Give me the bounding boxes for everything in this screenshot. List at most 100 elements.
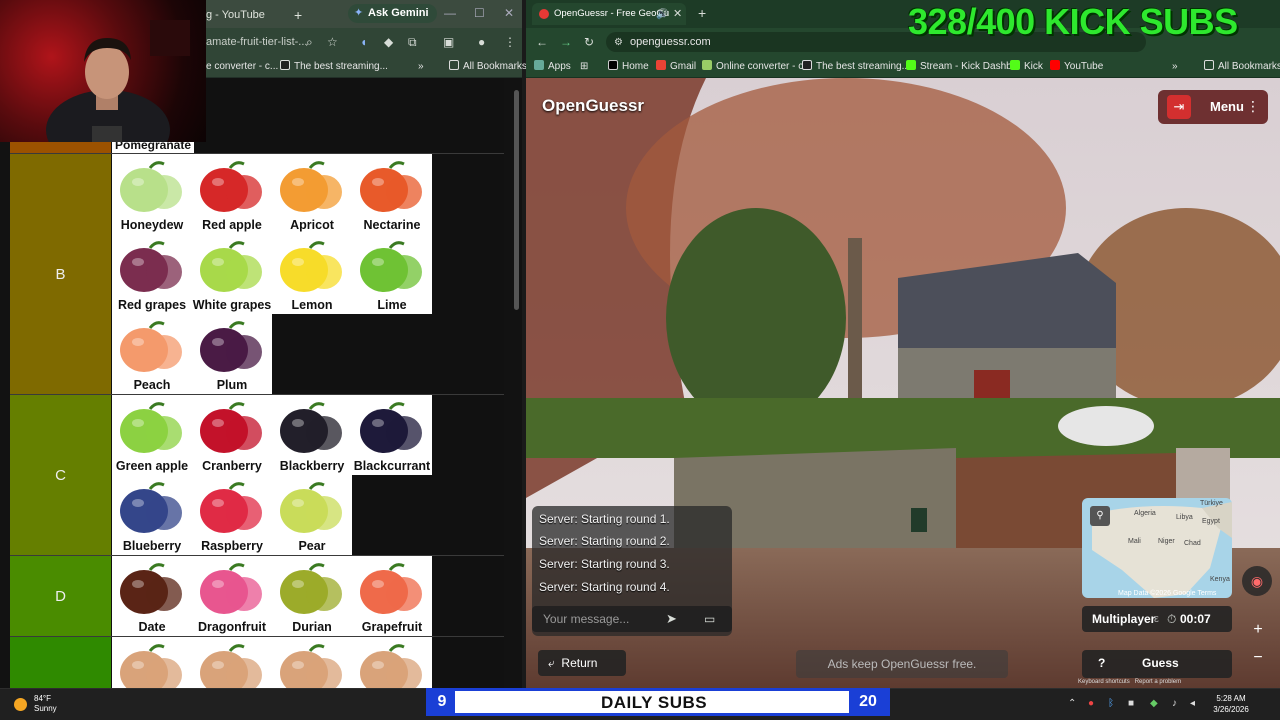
tier-item[interactable]: Blackcurrant bbox=[352, 395, 432, 475]
tier-item[interactable] bbox=[272, 637, 352, 688]
extensions-puzzle-icon[interactable]: ⧉ bbox=[408, 35, 417, 49]
tier-item[interactable]: Dragonfruit bbox=[192, 556, 272, 636]
tier-item[interactable]: Red grapes bbox=[112, 234, 192, 314]
tier-item[interactable]: Peach bbox=[112, 314, 192, 394]
tier-item[interactable]: Raspberry bbox=[192, 475, 272, 555]
taskbar-clock[interactable]: 5:28 AM 3/26/2026 bbox=[1204, 693, 1258, 715]
chat-bubble-icon[interactable]: ▭ bbox=[704, 612, 715, 626]
site-info-icon[interactable]: ⚙ bbox=[614, 36, 623, 50]
report-link[interactable]: Report a problem bbox=[1135, 679, 1181, 685]
bookmark-star-icon[interactable]: ☆ bbox=[327, 35, 338, 49]
minimize-icon[interactable]: — bbox=[444, 4, 456, 22]
bookmark-kick-dashboard[interactable]: Stream - Kick Dashb... bbox=[906, 60, 1020, 74]
all-bookmarks[interactable]: All Bookmarks bbox=[1204, 60, 1280, 74]
bookmark-apps[interactable]: Apps bbox=[534, 60, 571, 74]
tier-item[interactable]: Honeydew bbox=[112, 154, 192, 234]
zoom-out-icon[interactable]: − bbox=[1248, 648, 1268, 668]
gemini-icon: ✦ bbox=[354, 7, 364, 19]
left-url[interactable]: amate-fruit-tier-list-... bbox=[206, 36, 307, 48]
bookmark-home[interactable]: Home bbox=[608, 60, 649, 74]
new-tab-icon[interactable]: + bbox=[698, 6, 706, 20]
bookmark-online-converter[interactable]: Online converter - c... bbox=[702, 60, 812, 74]
bookmark-kick[interactable]: Kick bbox=[1010, 60, 1043, 74]
weather-widget[interactable]: 84°F Sunny bbox=[34, 694, 57, 714]
right-url[interactable]: openguessr.com bbox=[630, 36, 711, 48]
tier-item[interactable]: Apricot bbox=[272, 154, 352, 234]
tier-item[interactable] bbox=[112, 637, 192, 688]
map-terms-link[interactable]: Terms bbox=[1197, 590, 1216, 597]
tray-app-2-icon[interactable]: ■ bbox=[1128, 698, 1134, 709]
tier-item[interactable]: Grapefruit bbox=[352, 556, 432, 636]
tier-item[interactable]: Nectarine bbox=[352, 154, 432, 234]
tier-item[interactable] bbox=[352, 637, 432, 688]
chat-placeholder[interactable]: Your message... bbox=[543, 612, 629, 626]
sun-icon[interactable] bbox=[14, 698, 27, 711]
zoom-in-icon[interactable]: + bbox=[1248, 620, 1268, 640]
map-settings-icon[interactable]: ⚲ bbox=[1090, 506, 1110, 526]
tray-chevron-icon[interactable]: ⌃ bbox=[1068, 698, 1076, 709]
bookmark-streaming[interactable]: The best streaming... bbox=[802, 60, 910, 74]
exit-icon[interactable]: ⇥ bbox=[1167, 95, 1191, 119]
tier-list: B Honeydew Red apple Apricot Nectarine Red gr… bbox=[10, 78, 504, 688]
tier-label[interactable]: B bbox=[10, 154, 111, 394]
bookmark-streaming[interactable]: The best streaming... bbox=[280, 60, 388, 74]
bluetooth-icon[interactable]: ᛒ bbox=[1108, 698, 1114, 709]
close-icon[interactable]: ✕ bbox=[504, 4, 514, 22]
bookmark-converter[interactable]: e converter - c... bbox=[206, 60, 278, 74]
chat-message: Server: Starting round 3. bbox=[539, 557, 670, 571]
microphone-icon[interactable]: ♪ bbox=[1172, 698, 1177, 709]
forward-icon[interactable]: → bbox=[560, 35, 572, 49]
help-button[interactable]: ? bbox=[1098, 656, 1105, 670]
return-button[interactable]: ⤶ Return bbox=[538, 650, 626, 676]
left-tab-youtube[interactable]: g - YouTube bbox=[206, 4, 265, 26]
openguessr-logo[interactable]: OpenGuessr bbox=[542, 96, 644, 116]
guess-minimap[interactable]: Algeria Libya Mali Niger Chad Türkiye Eg… bbox=[1082, 498, 1232, 598]
all-bookmarks[interactable]: All Bookmarks bbox=[449, 60, 527, 74]
scrollbar[interactable] bbox=[514, 90, 519, 310]
bookmark-gmail[interactable]: Gmail bbox=[656, 60, 696, 74]
tier-item[interactable] bbox=[192, 637, 272, 688]
bookmark-youtube[interactable]: YouTube bbox=[1050, 60, 1103, 74]
chevron-right-icon[interactable]: » bbox=[1172, 60, 1178, 74]
tier-item[interactable]: Red apple bbox=[192, 154, 272, 234]
more-icon[interactable]: ⋮ bbox=[1246, 98, 1260, 115]
tab-close-icon[interactable]: ✕ bbox=[673, 7, 682, 21]
tier-item[interactable]: Blueberry bbox=[112, 475, 192, 555]
keyboard-shortcuts-link[interactable]: Keyboard shortcuts bbox=[1078, 679, 1130, 685]
extension-2-icon[interactable]: ◆ bbox=[384, 35, 393, 49]
ask-gemini-button[interactable]: ✦ Ask Gemini bbox=[348, 4, 437, 23]
send-icon[interactable]: ➤ bbox=[666, 612, 677, 626]
tier-item[interactable]: Date bbox=[112, 556, 192, 636]
zoom-icon[interactable]: ⌕ bbox=[306, 35, 313, 49]
compass-icon[interactable]: ◉ bbox=[1242, 566, 1272, 596]
tier-label[interactable]: D bbox=[10, 556, 111, 636]
maximize-icon[interactable]: ☐ bbox=[474, 4, 485, 22]
extension-icon[interactable]: ◖ bbox=[360, 35, 367, 49]
more-menu-icon[interactable]: ⋮ bbox=[504, 35, 516, 49]
grid-icon[interactable]: ⊞ bbox=[580, 60, 588, 74]
chevron-right-icon[interactable]: » bbox=[418, 60, 424, 74]
tier-item[interactable]: Pear bbox=[272, 475, 352, 555]
tier-item[interactable]: Durian bbox=[272, 556, 352, 636]
profile-avatar-icon[interactable]: ● bbox=[478, 35, 485, 49]
tier-item-name: Lemon bbox=[291, 298, 333, 312]
tier-label[interactable]: C bbox=[10, 395, 111, 555]
guess-button[interactable]: Guess bbox=[1142, 656, 1179, 670]
reload-icon[interactable]: ↻ bbox=[584, 35, 594, 49]
audio-icon[interactable]: 🔊 bbox=[656, 8, 668, 22]
tier-item[interactable]: Lemon bbox=[272, 234, 352, 314]
tier-item[interactable]: Cranberry bbox=[192, 395, 272, 475]
tier-item[interactable]: Green apple bbox=[112, 395, 192, 475]
tier-item[interactable]: Lime bbox=[352, 234, 432, 314]
volume-icon[interactable]: ◂ bbox=[1190, 698, 1195, 709]
menu-button[interactable]: Menu bbox=[1210, 99, 1244, 114]
tray-app-3-icon[interactable]: ◆ bbox=[1150, 698, 1158, 709]
tier-label[interactable] bbox=[10, 637, 111, 688]
tier-item[interactable]: White grapes bbox=[192, 234, 272, 314]
new-tab-icon[interactable]: + bbox=[294, 4, 302, 26]
sidebar-icon[interactable]: ▣ bbox=[443, 35, 454, 49]
tier-item[interactable]: Blackberry bbox=[272, 395, 352, 475]
back-icon[interactable]: ← bbox=[536, 35, 548, 49]
tier-item[interactable]: Plum bbox=[192, 314, 272, 394]
tray-app-icon[interactable]: ● bbox=[1088, 698, 1094, 709]
